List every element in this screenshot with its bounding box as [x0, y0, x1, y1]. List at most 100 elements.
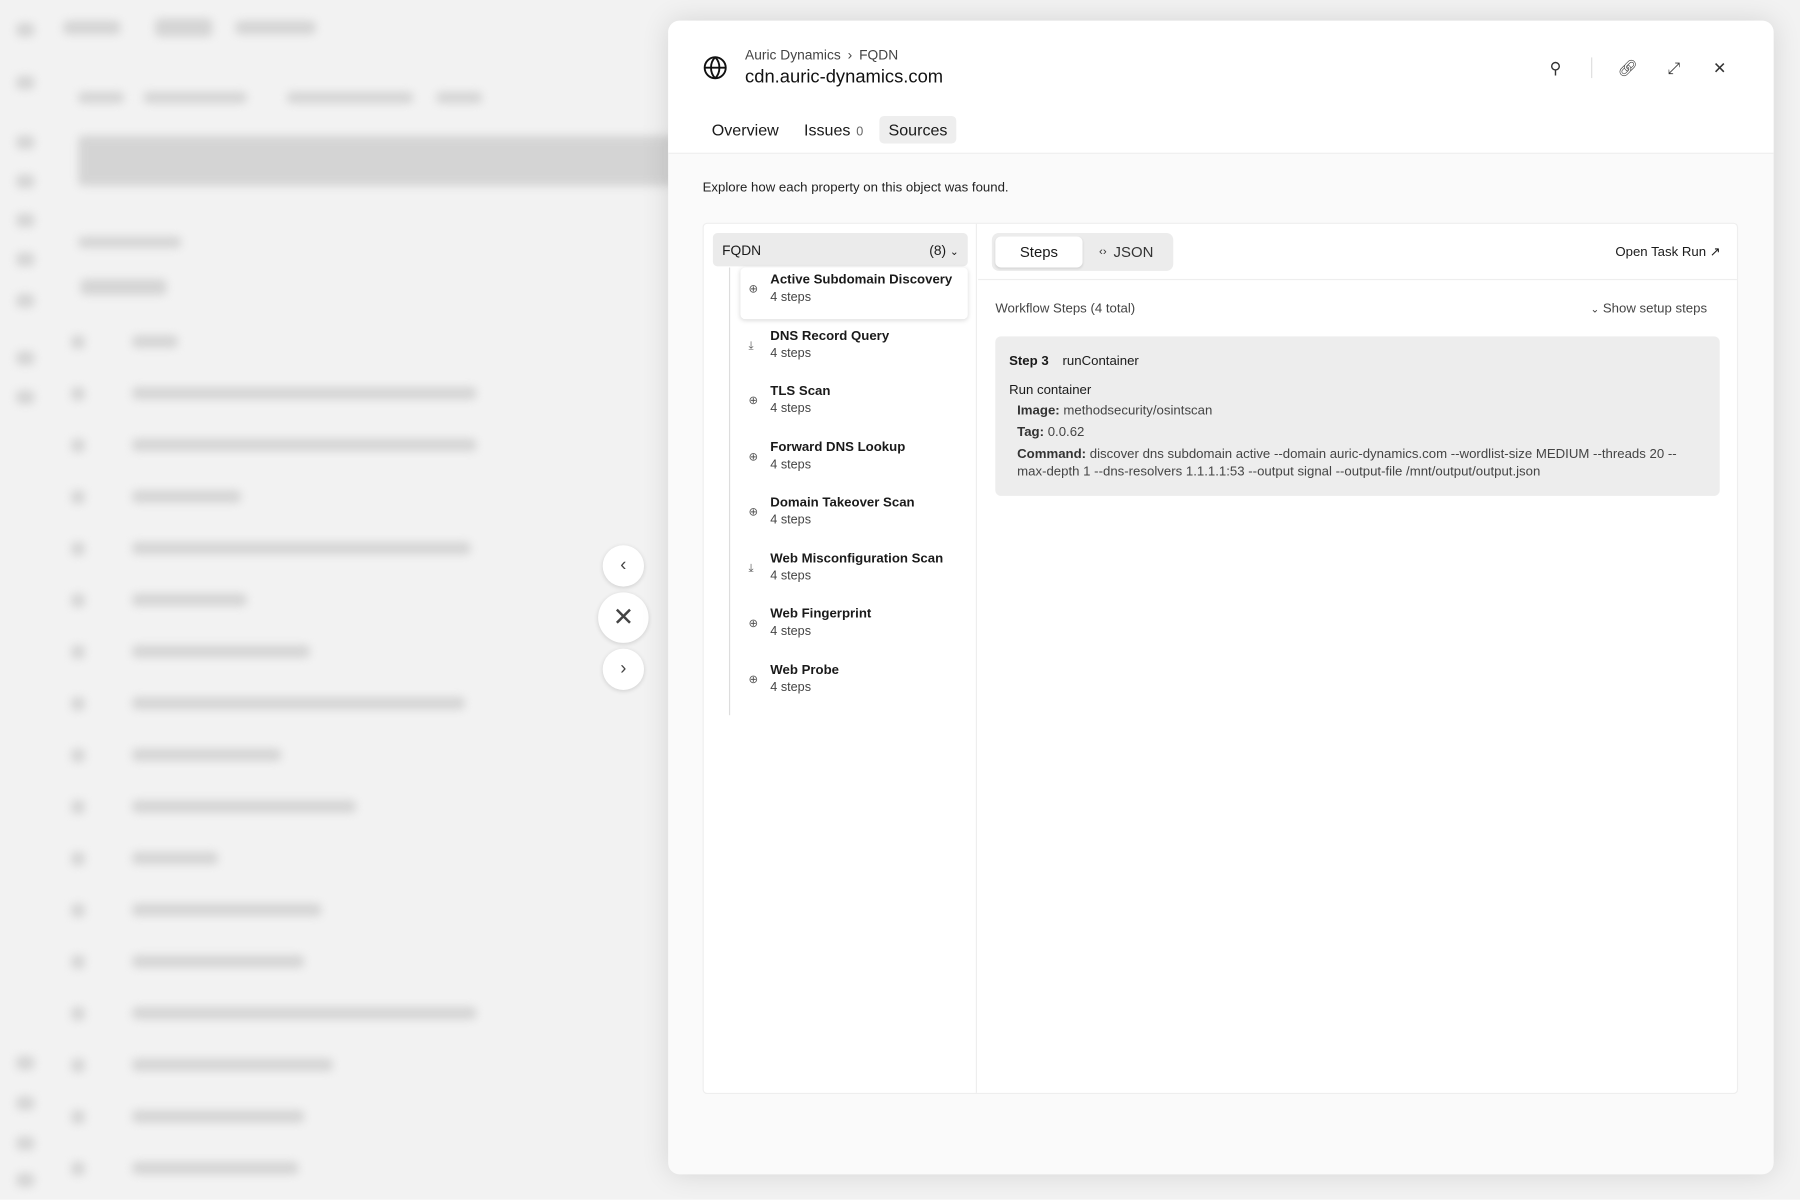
blurred-shape [80, 278, 167, 296]
tab-overview[interactable]: Overview [703, 116, 788, 144]
source-item[interactable]: ⊕ Web Fingerprint 4 steps [740, 602, 967, 654]
steps-view-button[interactable]: Steps [995, 236, 1083, 268]
divider [1591, 57, 1593, 79]
blurred-shape [132, 851, 219, 865]
source-name: Web Fingerprint [770, 607, 872, 622]
sources-list: FQDN (8) ⌄ ⊕ Active Subdomain Discovery 4 s… [704, 223, 977, 1093]
source-item[interactable]: ⊕ Forward DNS Lookup 4 steps [740, 435, 967, 487]
json-label: JSON [1113, 243, 1154, 261]
sources-container: FQDN (8) ⌄ ⊕ Active Subdomain Discovery 4 s… [702, 222, 1739, 1095]
blurred-shape [71, 335, 85, 349]
chevron-right-icon: › [847, 47, 853, 64]
blurred-shape [16, 1136, 35, 1151]
image-label: Image: [1017, 404, 1060, 418]
blurred-shape [16, 1056, 35, 1070]
show-setup-steps-toggle[interactable]: ⌄ Show setup steps [1591, 302, 1708, 316]
source-name: TLS Scan [770, 384, 831, 399]
close-icon[interactable]: ✕ [1709, 57, 1730, 78]
chevron-down-icon: ⌄ [949, 245, 959, 257]
page-title: cdn.auric-dynamics.com [745, 67, 944, 88]
source-item[interactable]: ⊕ TLS Scan 4 steps [740, 379, 967, 431]
breadcrumb-org[interactable]: Auric Dynamics [745, 47, 841, 63]
source-item[interactable]: ⊕ Domain Takeover Scan 4 steps [740, 490, 967, 542]
blurred-shape [132, 696, 465, 710]
blurred-shape [132, 903, 322, 917]
blurred-shape [143, 91, 247, 104]
blurred-shape [132, 593, 247, 607]
blurred-shape [132, 335, 178, 348]
show-setup-label: Show setup steps [1602, 301, 1708, 316]
blurred-shape [16, 1173, 35, 1188]
source-item[interactable]: ⤓ DNS Record Query 4 steps [740, 323, 967, 375]
blurred-shape [71, 696, 85, 711]
search-icon: ⊕ [748, 673, 759, 686]
search-icon: ⊕ [748, 617, 759, 631]
blurred-shape [16, 75, 35, 90]
source-item[interactable]: ⤓ Web Misconfiguration Scan 4 steps [740, 546, 967, 598]
blurred-shape [16, 174, 35, 189]
breadcrumb-type[interactable]: FQDN [859, 47, 898, 63]
command-value: discover dns subdomain active --domain a… [1017, 447, 1677, 479]
download-icon: ⤓ [748, 339, 754, 352]
command-label: Command: [1017, 447, 1087, 462]
group-count: (8) [929, 241, 947, 258]
source-steps: 4 steps [770, 513, 812, 527]
blurred-shape [132, 541, 471, 555]
source-steps: 4 steps [770, 680, 812, 694]
group-label: FQDN [722, 241, 762, 258]
step-title: Run container [1009, 383, 1092, 398]
source-steps: 4 steps [770, 401, 812, 416]
tab-sources[interactable]: Sources [879, 115, 957, 144]
blurred-shape [71, 851, 85, 866]
unpin-icon[interactable]: ⚲ [1545, 57, 1566, 78]
issues-count: 0 [856, 125, 864, 139]
search-icon: ⊕ [748, 283, 759, 297]
tab-label: Sources [888, 120, 948, 139]
blurred-shape [16, 1096, 35, 1111]
step-card: Step 3 runContainer Run container Image: … [995, 336, 1720, 496]
previous-button[interactable]: ‹ [602, 545, 645, 587]
source-detail: Steps ‹› JSON Open Task Run ↗ Workflow St… [978, 224, 1737, 1093]
expand-icon[interactable]: ⤢ [1663, 57, 1684, 78]
source-item[interactable]: ⊕ Web Probe 4 steps [740, 657, 967, 709]
source-item[interactable]: ⊕ Active Subdomain Discovery 4 steps [740, 267, 968, 320]
workflow-steps-title: Workflow Steps (4 total) [995, 301, 1136, 316]
json-view-button[interactable]: ‹› JSON [1083, 236, 1170, 267]
source-name: Forward DNS Lookup [770, 440, 906, 455]
tab-label: Issues [804, 120, 851, 139]
blurred-shape [132, 955, 305, 968]
step-name: runContainer [1062, 354, 1139, 369]
step-number: Step 3 [1009, 354, 1049, 369]
next-button[interactable]: › [602, 648, 645, 690]
tag-label: Tag: [1017, 425, 1045, 440]
source-name: Active Subdomain Discovery [770, 273, 953, 287]
blurred-shape [132, 645, 310, 658]
blurred-shape [78, 236, 182, 248]
link-icon[interactable]: 🔗︎ [1618, 57, 1639, 78]
blurred-shape [71, 800, 85, 814]
blurred-shape [132, 800, 356, 813]
breadcrumb: Auric Dynamics › FQDN [745, 47, 898, 63]
blurred-shape [71, 438, 85, 453]
blurred-shape [132, 386, 477, 400]
blurred-shape [71, 593, 85, 608]
blurred-shape [16, 252, 35, 267]
blurred-shape [132, 1006, 477, 1020]
blurred-shape [16, 390, 35, 405]
tab-issues[interactable]: Issues 0 [795, 116, 873, 144]
blurred-shape [71, 1110, 85, 1124]
source-name: DNS Record Query [770, 328, 890, 343]
blurred-shape [71, 645, 85, 659]
blurred-shape [132, 748, 282, 762]
fqdn-group-toggle[interactable]: FQDN (8) ⌄ [712, 233, 968, 267]
source-name: Web Misconfiguration Scan [770, 551, 944, 566]
blurred-shape [16, 293, 35, 308]
blurred-shape [71, 490, 85, 504]
open-task-run-link[interactable]: Open Task Run ↗ [1615, 243, 1721, 260]
blurred-shape [71, 1161, 85, 1176]
blurred-shape [154, 18, 213, 37]
close-overlay-button[interactable]: ✕ [598, 592, 649, 643]
chevron-down-icon: ⌄ [1590, 303, 1600, 315]
tab-label: Overview [711, 120, 779, 139]
source-steps: 4 steps [770, 568, 812, 583]
